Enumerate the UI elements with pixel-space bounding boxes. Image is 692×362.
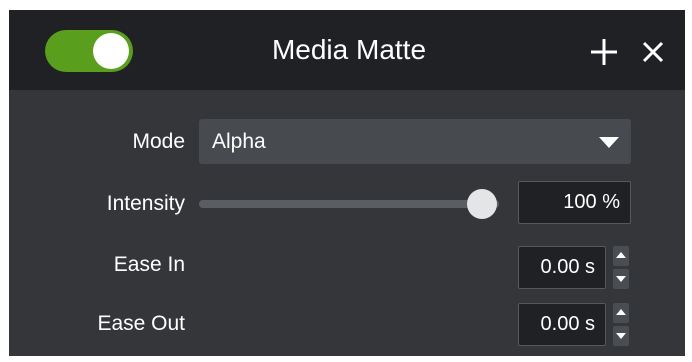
panel-title: Media Matte (271, 34, 427, 65)
ease-in-label: Ease In (113, 253, 185, 276)
arrow-down-icon (616, 276, 626, 282)
arrow-up-icon (616, 252, 626, 258)
toggle-knob (93, 33, 129, 69)
arrow-up-icon (616, 309, 626, 315)
ease-out-increment-button[interactable] (613, 303, 629, 323)
mode-value: Alpha (212, 130, 266, 153)
ease-out-label: Ease Out (97, 312, 185, 335)
intensity-field[interactable]: 100 % (518, 181, 631, 224)
intensity-slider-fill (199, 200, 499, 208)
ease-in-decrement-button[interactable] (613, 269, 629, 289)
intensity-label: Intensity (106, 192, 185, 215)
intensity-slider[interactable] (199, 200, 499, 208)
chevron-down-icon (599, 137, 619, 148)
ease-out-decrement-button[interactable] (613, 326, 629, 346)
media-matte-panel: Media Matte Mode Alpha Intensity 100 % E… (9, 10, 685, 356)
close-icon[interactable] (641, 40, 665, 64)
enable-toggle[interactable] (45, 30, 133, 72)
mode-dropdown[interactable]: Alpha (199, 119, 631, 164)
plus-icon[interactable] (589, 37, 619, 67)
ease-in-increment-button[interactable] (613, 246, 629, 266)
panel-header: Media Matte (9, 10, 685, 90)
ease-out-field[interactable]: 0.00 s (518, 303, 606, 346)
ease-in-field[interactable]: 0.00 s (518, 246, 606, 289)
intensity-slider-thumb[interactable] (467, 189, 497, 219)
arrow-down-icon (616, 333, 626, 339)
ease-out-stepper (613, 303, 629, 346)
mode-label: Mode (132, 130, 185, 153)
ease-in-stepper (613, 246, 629, 289)
